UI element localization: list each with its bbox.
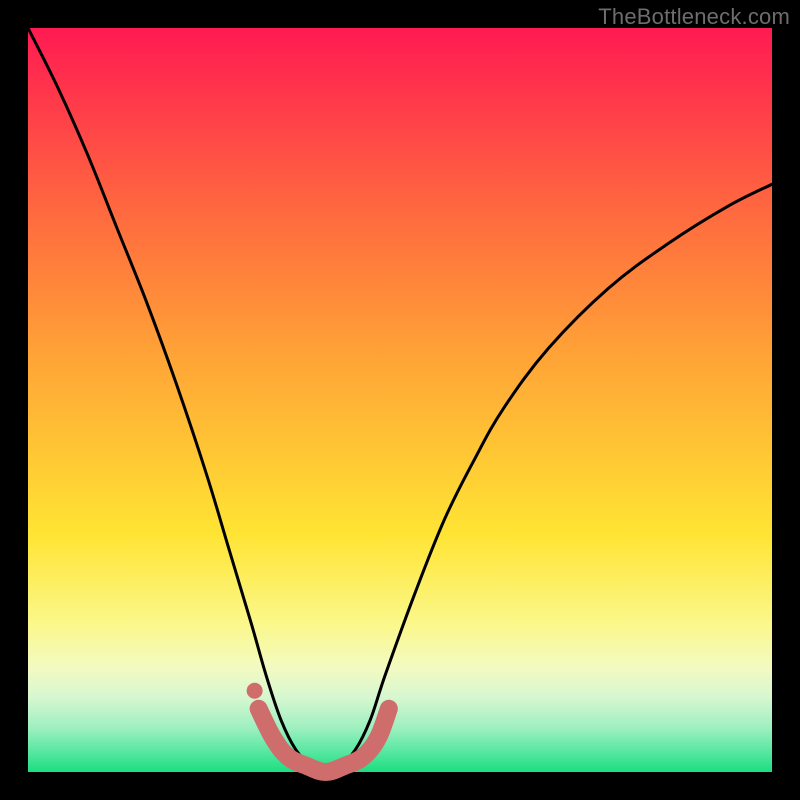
curve-line <box>28 28 772 772</box>
plot-area <box>28 28 772 772</box>
bottleneck-chart-svg <box>28 28 772 772</box>
watermark-text: TheBottleneck.com <box>598 4 790 30</box>
bottleneck-curve-path <box>28 28 772 772</box>
chart-frame: TheBottleneck.com <box>0 0 800 800</box>
highlight-dot-icon <box>247 683 263 699</box>
